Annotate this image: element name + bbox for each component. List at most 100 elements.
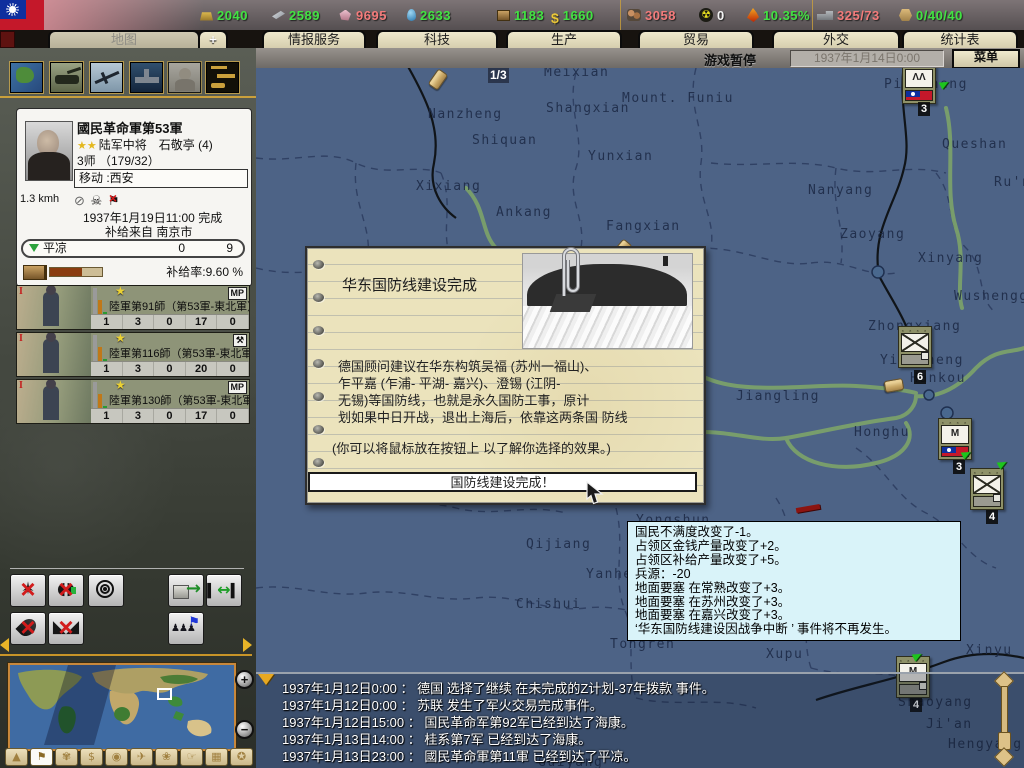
intel-mode-button[interactable]: ▦ (205, 748, 228, 766)
province-label: Nanyang (808, 183, 873, 198)
tab-统计表[interactable]: 统计表 (902, 30, 1018, 49)
tab-生产[interactable]: 生产 (506, 30, 622, 49)
all-units-button[interactable] (206, 62, 239, 93)
experience-star-icon: ★ (115, 285, 126, 298)
portrait-suit (28, 152, 70, 180)
tab-地图[interactable]: 地图 (48, 30, 200, 49)
division-row[interactable]: I★陸軍第91師（第53軍-東北軍）MP130170 (16, 285, 250, 330)
tooltip-line: 地面要塞 在常熟改变了+3。 (635, 582, 953, 596)
division-row[interactable]: I★陸軍第116師（第53軍-東北軍）⚒130200 (16, 332, 250, 377)
province-label: Wushengguan (954, 289, 1024, 304)
division-row[interactable]: I★陸軍第130師（第53軍-東北軍）MP130170 (16, 379, 250, 424)
attack-button[interactable]: ✶× (10, 574, 46, 607)
tooltip-line: 国民不满度改变了-1。 (635, 526, 953, 540)
transports-icon (817, 10, 833, 20)
province-label: Qijiang (526, 537, 591, 552)
tab-情报服务[interactable]: 情报服务 (262, 30, 366, 49)
binder-hole (313, 260, 324, 269)
burn-button[interactable]: × (10, 612, 46, 645)
resource-bar: 20402589969526331183$16603058☢010.35%325… (0, 0, 1024, 30)
naval-units-button[interactable] (130, 62, 163, 93)
target-button[interactable] (88, 574, 124, 607)
supply-bar-fill (50, 268, 82, 276)
strategic-redeploy-button[interactable]: ◣◢× (48, 612, 84, 645)
bunker-turret (663, 256, 668, 266)
scroll-left-icon[interactable] (0, 638, 9, 652)
tab-贸易[interactable]: 贸易 (638, 30, 754, 49)
event-choice-button[interactable]: 国防线建设完成！ (308, 472, 697, 492)
province-label: Jiangling (736, 389, 820, 404)
leaders-button[interactable] (168, 62, 201, 93)
division-photo (17, 333, 91, 376)
terrain-mode-button[interactable]: ▲ (5, 748, 28, 766)
support-attack-button[interactable]: ◖◗× (48, 574, 84, 607)
pan-map-tab[interactable]: + (198, 30, 228, 49)
aviation-mode-button[interactable]: ✈ (130, 748, 153, 766)
zoom-in-button[interactable]: + (235, 670, 254, 689)
resource-energy: 2040 (200, 7, 248, 23)
move-button[interactable]: → (168, 574, 204, 607)
paused-label: 游戏暂停 (704, 50, 756, 69)
blue-flag-icon: ⚑ (188, 612, 200, 635)
mountain-symbol-icon: ΛΛ (905, 69, 933, 88)
province-value-left: 0 (178, 241, 185, 256)
rank-stars-icon: ★★ (77, 140, 97, 152)
weather-mode-button[interactable]: ✾ (55, 748, 78, 766)
nuclear-weapons-value: 0 (717, 8, 725, 23)
skull-icon: ☠ (91, 193, 104, 208)
bar-separator (620, 0, 621, 30)
stat-value: 20 (186, 362, 218, 377)
province-value-right: 9 (226, 241, 233, 256)
oob-ship-icon (217, 74, 235, 78)
assign-commander-button[interactable]: ♟♟♟⚑ (168, 612, 204, 645)
supply-crates-icon (23, 265, 47, 280)
supply-mode-button[interactable]: ◉ (105, 748, 128, 766)
mountain-division-counter[interactable]: × × × ×ΛΛ (902, 68, 936, 104)
paperclip-icon (555, 242, 585, 304)
flag-sun-icon (6, 3, 19, 16)
division-name: 陸軍第91師（第53軍-東北軍） (109, 298, 250, 314)
destination-province[interactable]: 平凉 0 9 (21, 239, 245, 258)
province-name: 平凉 (43, 241, 67, 256)
merge-button[interactable]: ▍↔▍ (206, 574, 242, 607)
infantry-division-counter[interactable]: × × × × (898, 326, 932, 368)
tooltip-line: 兵源：-20 (635, 568, 953, 582)
log-scrollbar[interactable] (992, 674, 1014, 766)
infantry-division-counter[interactable]: × × × × (970, 468, 1004, 510)
commander-rank: ★★陆军中将 石敬亭 (4) (77, 136, 213, 153)
status-bar: 游戏暂停 1937年1月14日0:00 菜单 (256, 48, 1024, 69)
build-progress-label: 1/3 (488, 68, 509, 83)
unit-count-label: 3 (918, 102, 930, 116)
rare-materials-value: 9695 (356, 8, 387, 23)
tab-科技[interactable]: 科技 (376, 30, 498, 49)
land-units-button[interactable] (50, 62, 83, 93)
partisans-mode-button[interactable]: ❀ (155, 748, 178, 766)
tab-外交[interactable]: 外交 (772, 30, 900, 49)
economy-mode-button[interactable]: $ (80, 748, 103, 766)
political-mode-button[interactable]: ⚑ (30, 748, 53, 766)
scroll-right-icon[interactable] (243, 638, 252, 652)
province-label: Xinyang (918, 251, 983, 266)
log-scroll-icon[interactable] (258, 674, 274, 685)
province-label: Xupu (766, 647, 803, 662)
rare-materials-icon (339, 10, 352, 21)
resource-metal: 2589 (272, 7, 320, 23)
escorts-icon (899, 9, 912, 21)
division-photo (17, 286, 91, 329)
militia-symbol-icon: M (941, 425, 969, 444)
scroll-down-icon[interactable] (994, 747, 1014, 767)
air-units-button[interactable] (90, 62, 123, 93)
europe-map-button[interactable] (10, 62, 43, 93)
army-name: 國民革命軍第53軍 (77, 118, 182, 137)
victory-points-mode-button[interactable]: ✪ (230, 748, 253, 766)
zoom-out-button[interactable]: − (235, 720, 254, 739)
red-cross-icon: × (49, 613, 83, 644)
diplomacy-mode-button[interactable]: ☞ (180, 748, 203, 766)
menu-button[interactable]: 菜单 (952, 49, 1020, 69)
minimap[interactable] (8, 663, 236, 751)
continent-icon (16, 67, 34, 83)
rank-leader-text: 陆军中将 石敬亭 (4) (99, 138, 213, 152)
event-title: 华东国防线建设完成 (342, 274, 477, 295)
entrench-icon (29, 244, 39, 252)
infantry-symbol-icon (901, 333, 929, 352)
